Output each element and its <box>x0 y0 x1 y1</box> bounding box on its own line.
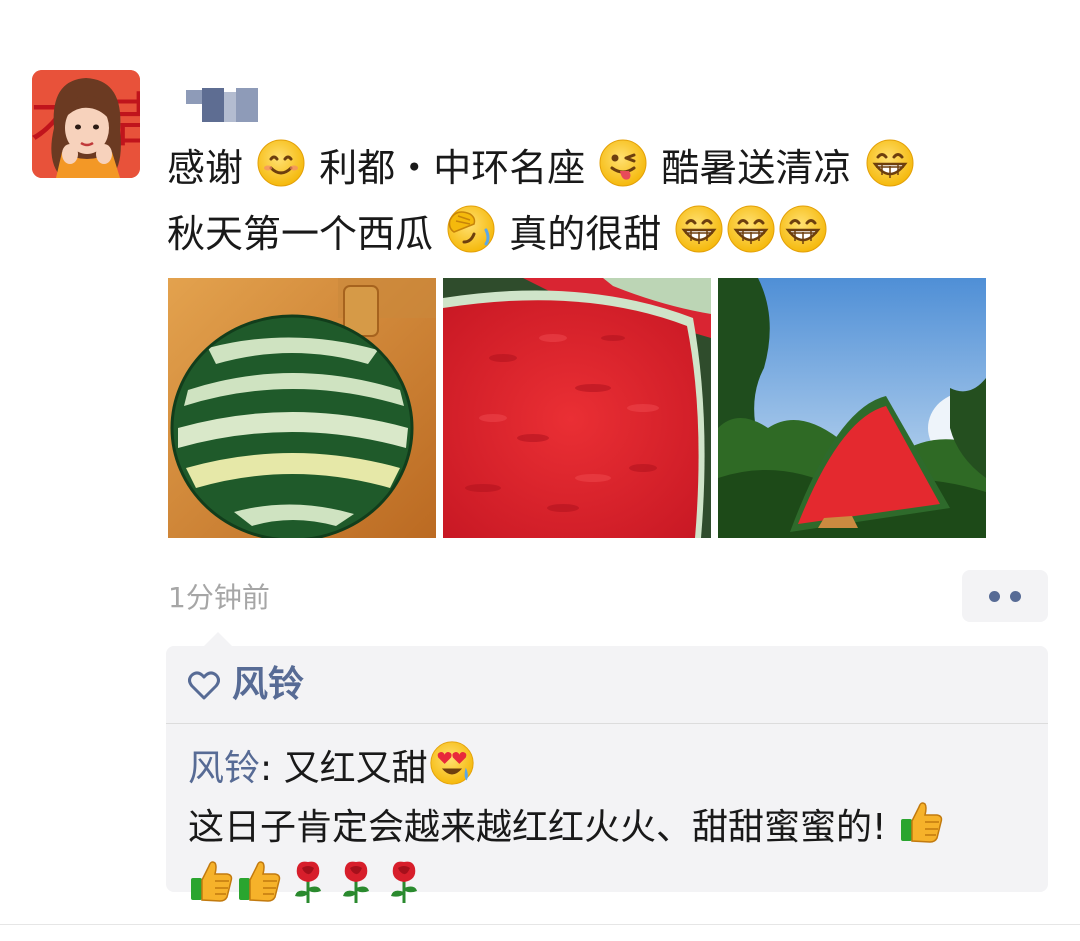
rose-emoji-icon <box>333 858 379 917</box>
comment-line-2: 这日子肯定会越来越红红火火、甜甜蜜蜜的! <box>188 799 1036 858</box>
post-text-segment: 利都・中环名座 <box>319 146 586 190</box>
facepalm-emoji-icon <box>446 204 496 270</box>
photo-whole-watermelon[interactable] <box>168 278 436 538</box>
comment-item[interactable]: 风铃: 又红又甜 这日子肯定会越来越红红火火、甜甜蜜蜜的! <box>188 740 1036 917</box>
rose-emoji-icon <box>381 858 427 917</box>
heart-eyes-emoji-icon <box>429 740 475 799</box>
thumbs-up-emoji-icon <box>237 858 283 917</box>
more-actions-button[interactable] <box>962 570 1048 622</box>
grin-emoji-icon <box>778 204 828 270</box>
comment-text-2: 这日子肯定会越来越红红火火、甜甜蜜蜜的! <box>188 807 887 848</box>
photo-watermelon-flesh[interactable] <box>443 278 711 538</box>
post-text-segment: 感谢 <box>167 146 244 190</box>
panel-divider <box>166 723 1048 724</box>
thumbs-up-emoji-icon <box>189 858 235 917</box>
post-text-segment: 真的很甜 <box>509 212 662 256</box>
comment-separator: : <box>260 748 284 789</box>
comment-text-1: 又红又甜 <box>283 748 428 789</box>
post-text-line-1: 感谢 利都・中环名座 酷暑送清凉 <box>167 138 1047 204</box>
comment-line-3 <box>188 858 1036 917</box>
post-text-line-2: 秋天第一个西瓜 真的很甜 <box>167 204 1047 270</box>
grin-emoji-icon <box>674 204 724 270</box>
like-user-name[interactable]: 风铃 <box>232 664 304 705</box>
feed-separator <box>0 924 1080 925</box>
post-avatar[interactable]: 才 吉 <box>32 70 140 178</box>
post-text-segment: 秋天第一个西瓜 <box>167 212 434 256</box>
comment-author-name[interactable]: 风铃 <box>188 748 260 789</box>
grin-emoji-icon <box>865 138 915 204</box>
likes-row: 风铃 <box>188 664 304 706</box>
post-timestamp: 1分钟前 <box>168 581 270 614</box>
thumbs-up-emoji-icon <box>899 799 945 858</box>
username-redacted[interactable] <box>186 88 258 122</box>
post-text: 感谢 利都・中环名座 酷暑送清凉 秋天第一个西瓜 真的很甜 <box>167 138 1047 270</box>
heart-outline-icon <box>188 669 220 711</box>
photo-watermelon-slice-sky[interactable] <box>718 278 986 538</box>
comment-line-1: 风铃: 又红又甜 <box>188 740 1036 799</box>
smile-emoji-icon <box>256 138 306 204</box>
interaction-panel: 风铃 风铃: 又红又甜 这日子肯定会越来越红红火火、甜甜蜜蜜的! <box>166 632 1048 903</box>
post-text-segment: 酷暑送清凉 <box>661 146 852 190</box>
wink-tongue-emoji-icon <box>598 138 648 204</box>
rose-emoji-icon <box>285 858 331 917</box>
grin-emoji-icon <box>726 204 776 270</box>
